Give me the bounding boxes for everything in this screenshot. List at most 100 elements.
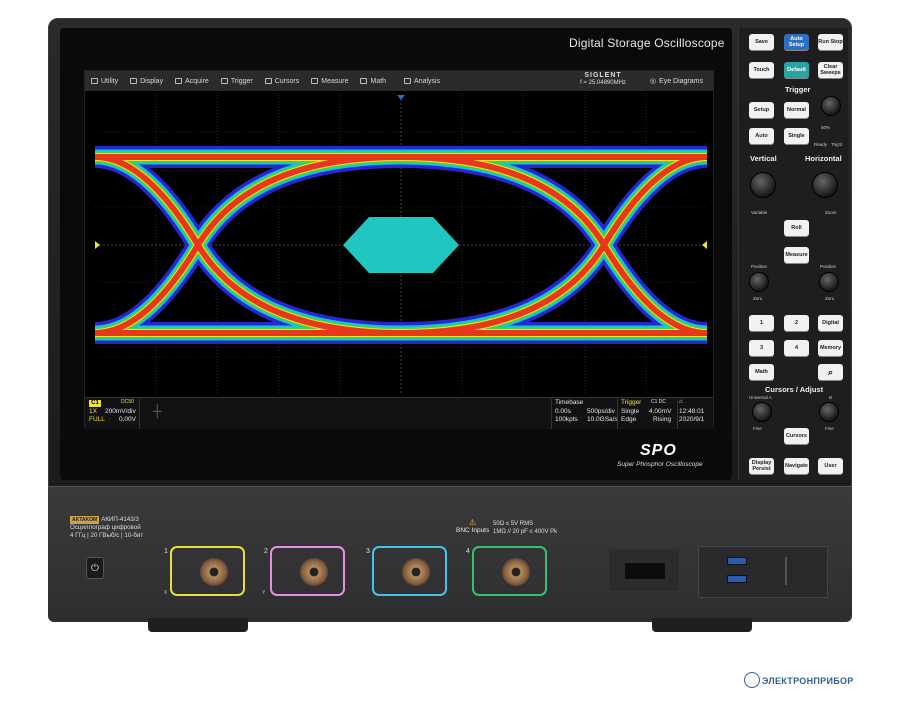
channel-3-input[interactable] <box>372 546 447 596</box>
power-button[interactable]: ⏻ <box>86 557 104 579</box>
trigger-setup-button[interactable]: Setup <box>749 102 774 118</box>
divider <box>617 399 618 429</box>
channel-tag[interactable]: C1 <box>89 400 101 407</box>
save-button[interactable]: Save <box>749 34 774 50</box>
math-button[interactable]: Math <box>749 364 774 380</box>
timebase-label[interactable]: Timebase <box>555 399 583 406</box>
waveform-grid[interactable] <box>95 95 707 395</box>
divider <box>677 399 678 429</box>
b-label: B <box>829 395 833 400</box>
lock-icon[interactable]: ⌂ <box>679 399 683 405</box>
trigger-level-marker[interactable] <box>702 241 707 249</box>
bnc-connector[interactable] <box>200 558 228 586</box>
menu-label: Analysis <box>414 77 441 85</box>
trigger-auto-button[interactable]: Auto <box>749 128 774 144</box>
display-persist-button[interactable]: Display Persist <box>749 458 774 474</box>
brand-block: SIGLENT f = 25.04890MHz <box>563 71 643 91</box>
menu-display[interactable]: Display <box>124 71 169 91</box>
bnc-connector[interactable] <box>502 558 530 586</box>
clear-sweeps-button[interactable]: Clear Sweeps <box>818 62 843 78</box>
menu-cursors[interactable]: Cursors <box>259 71 306 91</box>
bnc-spec-50ohm: 50Ω ≤ 5V RMS <box>493 521 534 527</box>
channel-level-marker[interactable] <box>95 241 100 249</box>
channel-scale: 200mV/div <box>105 408 136 415</box>
horizontal-section-title: Horizontal <box>805 154 842 163</box>
clock-date: 2020/9/1 <box>679 416 705 423</box>
trigger-level: 4.00mV <box>649 408 672 415</box>
menu-math[interactable]: Math <box>354 71 392 91</box>
menu-trigger[interactable]: Trigger <box>215 71 259 91</box>
trigger-level-knob[interactable] <box>821 96 841 116</box>
clock-time: 12:48:01 <box>679 408 705 415</box>
add-channel-icon[interactable]: ┼ <box>153 404 162 418</box>
channel-3-button[interactable]: 3 <box>749 340 774 356</box>
roll-button[interactable]: Roll <box>784 220 809 236</box>
channel-4-button[interactable]: 4 <box>784 340 809 356</box>
channel-number: 3 <box>366 548 370 555</box>
analysis-icon <box>404 78 412 84</box>
timebase-scale: 500ps/div <box>587 408 615 415</box>
touch-button[interactable]: Touch <box>749 62 774 78</box>
navigate-button[interactable]: Navigate <box>784 458 809 474</box>
auto-setup-button[interactable]: Auto Setup <box>784 34 809 50</box>
cursors-button[interactable]: Cursors <box>784 428 809 444</box>
vertical-scale-knob[interactable] <box>750 172 776 198</box>
spo-logo: SPO <box>640 442 677 459</box>
channel-2-button[interactable]: 2 <box>784 315 809 331</box>
aux-port[interactable] <box>785 557 795 585</box>
channel-bandwidth: FULL <box>89 416 105 423</box>
horizontal-scale-knob[interactable] <box>812 172 838 198</box>
spo-subtitle: Super Phosphor Oscilloscope <box>617 461 703 468</box>
display-icon <box>130 78 138 84</box>
cursor-b-knob[interactable] <box>819 402 839 422</box>
user-button[interactable]: User <box>818 458 843 474</box>
channel-4-input[interactable] <box>472 546 547 596</box>
model-badge: AKTAKOM АКИП-4143/3 Осциллограф цифровой … <box>70 516 160 540</box>
menu-measure[interactable]: Measure <box>305 71 354 91</box>
menu-label: Trigger <box>230 77 253 85</box>
channel-number: 4 <box>466 548 470 555</box>
fine-right-label: Fine <box>825 426 834 431</box>
vertical-position-knob[interactable] <box>749 272 769 292</box>
cursors-section-title: Cursors / Adjust <box>765 385 824 394</box>
trigger-single-button[interactable]: Single <box>784 128 809 144</box>
menu-label: Cursors <box>274 77 300 85</box>
model-description: Осциллограф цифровой <box>70 524 141 531</box>
usb-port[interactable] <box>727 557 747 565</box>
trigger-label[interactable]: Trigger <box>621 399 641 406</box>
bnc-connector[interactable] <box>402 558 430 586</box>
menu-analysis[interactable]: Analysis <box>398 71 446 91</box>
trigger-position-marker[interactable] <box>397 95 405 100</box>
divider <box>551 399 552 429</box>
bnc-spec-1mohm: 1MΩ // 20 pF ≤ 400V Pk <box>493 529 558 535</box>
digital-button[interactable]: Digital <box>818 315 843 331</box>
memory-button[interactable]: Memory <box>818 340 843 356</box>
channel-1-input[interactable] <box>170 546 245 596</box>
bnc-connector[interactable] <box>300 558 328 586</box>
cursor-a-knob[interactable] <box>752 402 772 422</box>
measure-icon <box>311 78 319 84</box>
trigger-normal-button[interactable]: Normal <box>784 102 809 118</box>
channel-2-input[interactable] <box>270 546 345 596</box>
run-stop-button[interactable]: Run Stop <box>818 34 843 50</box>
zero-right-label: Zero <box>825 296 835 301</box>
search-icon[interactable]: ⌕ <box>818 364 843 380</box>
scope-display[interactable]: Utility Display Acquire Trigger Cursors … <box>84 70 714 429</box>
zero-left-label: Zero <box>753 296 763 301</box>
usb-panel <box>698 546 828 598</box>
menu-utility[interactable]: Utility <box>85 71 124 91</box>
eye-diagrams-menu[interactable]: ◎ Eye Diagrams <box>650 71 703 91</box>
menu-acquire[interactable]: Acquire <box>169 71 215 91</box>
default-button[interactable]: Default <box>784 62 809 78</box>
horizontal-position-knob[interactable] <box>819 272 839 292</box>
channel-1-button[interactable]: 1 <box>749 315 774 331</box>
bnc-title: BNC Inputs <box>456 527 490 534</box>
vertical-section-title: Vertical <box>750 154 777 163</box>
bnc-spec: 50Ω ≤ 5V RMS 1MΩ // 20 pF ≤ 400V Pk <box>493 520 557 536</box>
usb-port[interactable] <box>727 575 747 583</box>
trigger-mode: Single <box>621 408 640 415</box>
probe-port[interactable] <box>608 548 680 592</box>
utility-icon <box>91 78 98 84</box>
measure-button[interactable]: Measure <box>784 247 809 263</box>
position-left-label: Position <box>751 264 768 269</box>
